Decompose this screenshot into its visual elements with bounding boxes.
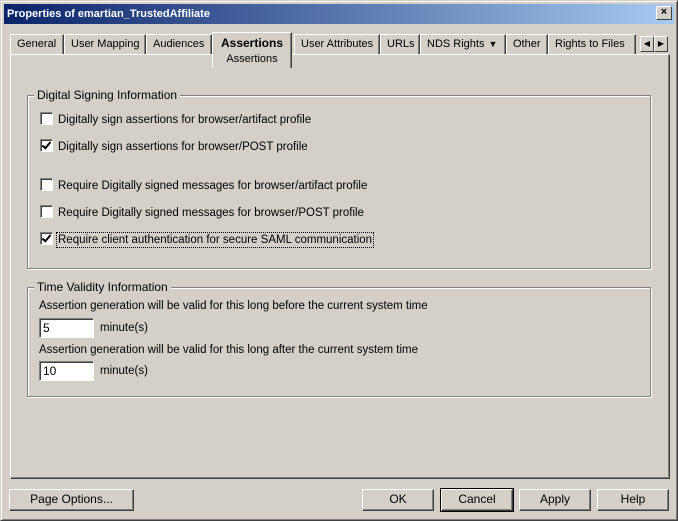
- checkbox-label: Require Digitally signed messages for br…: [58, 207, 364, 219]
- checkbox-box[interactable]: [40, 232, 53, 245]
- after-unit-label: minute(s): [100, 365, 148, 377]
- checkbox-require-client-auth[interactable]: Require client authentication for secure…: [40, 232, 375, 248]
- checkbox-label: Digitally sign assertions for browser/PO…: [58, 141, 308, 153]
- checkbox-box[interactable]: [40, 139, 53, 152]
- digital-signing-title: Digital Signing Information: [34, 88, 181, 102]
- tab-rights-to-files[interactable]: Rights to Files: [548, 34, 636, 54]
- tab-label: User Mapping: [71, 38, 140, 50]
- tab-label: User Attributes: [301, 38, 374, 50]
- time-validity-title: Time Validity Information: [34, 280, 171, 294]
- checkbox-box[interactable]: [40, 178, 53, 191]
- button-label: Help: [620, 492, 646, 506]
- close-icon[interactable]: ×: [656, 6, 672, 20]
- tab-audiences[interactable]: Audiences: [146, 34, 212, 54]
- checkbox-box[interactable]: [40, 205, 53, 218]
- before-unit-label: minute(s): [100, 322, 148, 334]
- page-options-button[interactable]: Page Options...: [9, 489, 134, 511]
- checkbox-sign-artifact[interactable]: Digitally sign assertions for browser/ar…: [40, 112, 311, 128]
- checkbox-label: Digitally sign assertions for browser/ar…: [58, 114, 312, 126]
- button-label: OK: [389, 492, 407, 506]
- tab-sub-label: Assertions: [226, 53, 278, 65]
- cancel-button[interactable]: Cancel: [440, 488, 514, 512]
- tab-label: Rights to Files: [555, 38, 625, 50]
- checkbox-box[interactable]: [40, 112, 53, 125]
- title-bar: Properties of emartian_TrustedAffiliate …: [4, 4, 674, 24]
- after-validity-label: Assertion generation will be valid for t…: [39, 344, 419, 356]
- ok-button[interactable]: OK: [362, 489, 434, 511]
- button-label: Apply: [539, 492, 571, 506]
- tab-label: NDS Rights: [427, 38, 485, 50]
- dropdown-arrow-icon: ▼: [488, 39, 498, 49]
- tab-scroll-right-icon[interactable]: ▶: [654, 36, 668, 52]
- button-label: Cancel: [458, 492, 496, 506]
- tab-strip: General User Mapping Audiences Assertion…: [10, 32, 670, 68]
- tab-nds-rights[interactable]: NDS Rights ▼: [420, 34, 506, 54]
- checkbox-require-signed-artifact[interactable]: Require Digitally signed messages for br…: [40, 178, 367, 194]
- tab-general[interactable]: General: [10, 34, 64, 54]
- assertions-panel: Digital Signing Information Digitally si…: [10, 54, 670, 479]
- window-title: Properties of emartian_TrustedAffiliate: [7, 8, 210, 20]
- tab-urls[interactable]: URLs: [380, 34, 420, 54]
- after-minutes-input[interactable]: [39, 361, 94, 381]
- tab-assertions[interactable]: Assertions Assertions: [212, 32, 292, 68]
- checkbox-require-signed-post[interactable]: Require Digitally signed messages for br…: [40, 205, 364, 221]
- button-label: Page Options...: [30, 492, 113, 506]
- tab-label: General: [17, 38, 57, 50]
- tab-label: Other: [513, 38, 541, 50]
- tab-label: Assertions: [220, 36, 284, 50]
- before-validity-label: Assertion generation will be valid for t…: [39, 300, 428, 312]
- checkbox-label: Require client authentication for secure…: [55, 232, 375, 248]
- checkbox-label: Require Digitally signed messages for br…: [58, 180, 368, 192]
- tab-user-attributes[interactable]: User Attributes: [294, 34, 380, 54]
- before-minutes-input[interactable]: [39, 318, 94, 338]
- tab-label: URLs: [387, 38, 415, 50]
- tab-scroll-left-icon[interactable]: ◀: [640, 36, 654, 52]
- digital-signing-group: Digital Signing Information Digitally si…: [27, 88, 651, 269]
- tab-label: Audiences: [153, 38, 205, 50]
- tab-other[interactable]: Other: [506, 34, 548, 54]
- tab-user-mapping[interactable]: User Mapping: [64, 34, 146, 54]
- apply-button[interactable]: Apply: [519, 489, 591, 511]
- time-validity-group: Time Validity Information Assertion gene…: [27, 280, 651, 397]
- checkbox-sign-post[interactable]: Digitally sign assertions for browser/PO…: [40, 139, 308, 155]
- help-button[interactable]: Help: [597, 489, 669, 511]
